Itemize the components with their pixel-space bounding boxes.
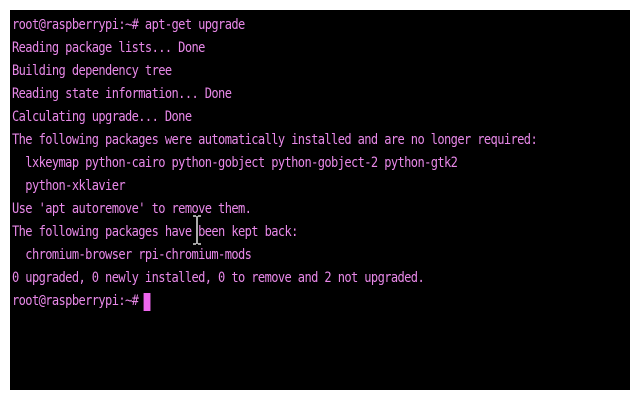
- terminal-output: root@raspberrypi:~# apt-get upgrade Read…: [12, 14, 630, 313]
- terminal-line: chromium-browser rpi-chromium-mods: [12, 247, 252, 263]
- terminal-line: Use 'apt autoremove' to remove them.: [12, 201, 252, 217]
- terminal-window[interactable]: root@raspberrypi:~# apt-get upgrade Read…: [10, 10, 630, 390]
- terminal-line: The following packages have been kept ba…: [12, 224, 298, 240]
- terminal-line: python-xklavier: [12, 178, 125, 194]
- terminal-line: Building dependency tree: [12, 63, 172, 79]
- prompt-text: root@raspberrypi:~#: [12, 293, 139, 309]
- terminal-line: Reading package lists... Done: [12, 40, 205, 56]
- text-cursor-icon: [191, 215, 203, 245]
- command-prompt[interactable]: root@raspberrypi:~#: [12, 290, 543, 313]
- terminal-line: The following packages were automaticall…: [12, 132, 538, 148]
- terminal-line: 0 upgraded, 0 newly installed, 0 to remo…: [12, 270, 425, 286]
- terminal-line: Reading state information... Done: [12, 86, 232, 102]
- screenshot-frame: root@raspberrypi:~# apt-get upgrade Read…: [0, 0, 639, 394]
- terminal-line: root@raspberrypi:~# apt-get upgrade: [12, 17, 245, 33]
- terminal-line: Calculating upgrade... Done: [12, 109, 192, 125]
- text-cursor: [143, 292, 151, 311]
- terminal-line: lxkeymap python-cairo python-gobject pyt…: [12, 155, 458, 171]
